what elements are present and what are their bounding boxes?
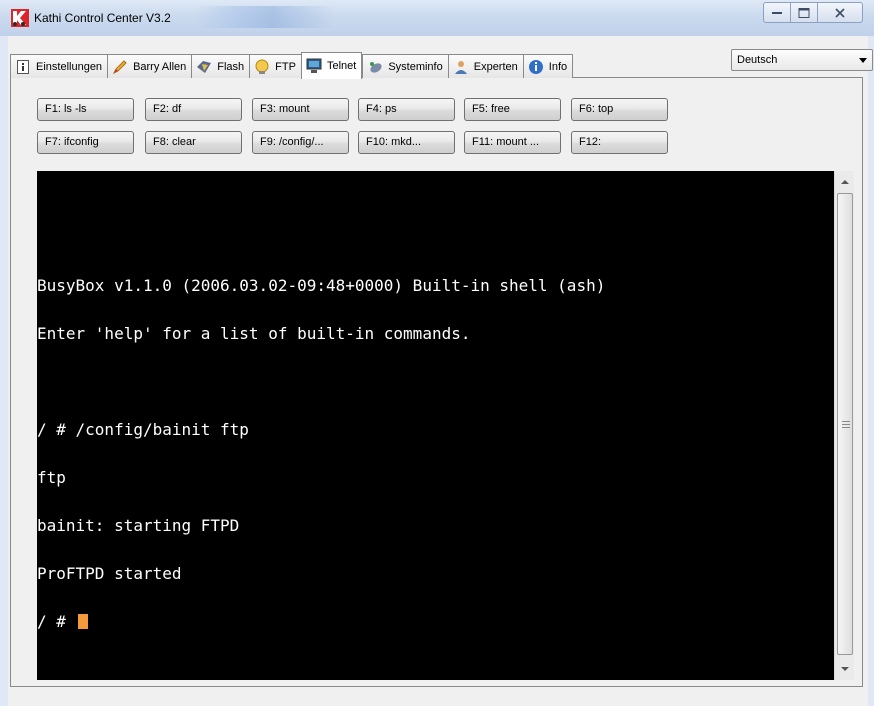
f8-button[interactable]: F8: clear (145, 131, 242, 154)
terminal-prompt: / # (37, 612, 76, 631)
tab-label: Telnet (326, 60, 357, 72)
terminal-line: / # /config/bainit ftp (37, 420, 249, 439)
language-select-value: Deutsch (737, 54, 778, 66)
close-button[interactable] (817, 2, 863, 23)
terminal-prompt-line: / # (37, 614, 605, 630)
tab-experten[interactable]: Experten (447, 54, 523, 78)
window-right-border (868, 36, 874, 706)
terminal-icon (306, 58, 322, 74)
tab-label: Info (548, 60, 568, 73)
scrollbar-thumb[interactable] (837, 193, 853, 655)
f2-button[interactable]: F2: df (145, 98, 242, 121)
scroll-up-arrow-icon[interactable] (837, 174, 853, 190)
f12-button[interactable]: F12: (571, 131, 668, 154)
terminal-line: bainit: starting FTPD (37, 516, 240, 535)
terminal-line: Enter 'help' for a list of built-in comm… (37, 324, 471, 343)
terminal-cursor (77, 614, 88, 629)
f1-button[interactable]: F1: ls -ls (37, 98, 134, 121)
f5-button[interactable]: F5: free (464, 98, 561, 121)
tab-label: Experten (473, 60, 518, 73)
tab-einstellungen[interactable]: Einstellungen (10, 54, 108, 78)
telnet-terminal[interactable]: BusyBox v1.1.0 (2006.03.02-09:48+0000) B… (37, 171, 834, 680)
title-glass-decoration (195, 6, 335, 28)
f4-button[interactable]: F4: ps (358, 98, 455, 121)
ftp-globe-icon (254, 59, 270, 75)
tab-flash[interactable]: Flash (191, 54, 250, 78)
f7-button[interactable]: F7: ifconfig (37, 131, 134, 154)
user-icon (453, 59, 469, 75)
minimize-icon (772, 11, 782, 14)
flash-icon (196, 59, 212, 75)
terminal-line: BusyBox v1.1.0 (2006.03.02-09:48+0000) B… (37, 276, 606, 295)
tab-barry-allen[interactable]: Barry Allen (107, 54, 192, 78)
language-select[interactable]: Deutsch (731, 49, 873, 71)
tab-info[interactable]: Info (522, 54, 574, 78)
scrollbar-grip-icon (842, 421, 850, 428)
tab-ftp[interactable]: FTP (249, 54, 301, 78)
window-left-border (0, 36, 8, 706)
maximize-icon (798, 7, 810, 18)
tab-label: Einstellungen (36, 60, 103, 73)
satellite-icon (367, 59, 383, 75)
info-page-icon (15, 59, 31, 75)
terminal-output: BusyBox v1.1.0 (2006.03.02-09:48+0000) B… (37, 246, 605, 662)
tab-label: FTP (275, 60, 296, 73)
tab-systeminfo[interactable]: Systeminfo (362, 54, 448, 78)
maximize-button[interactable] (790, 2, 818, 23)
f9-button[interactable]: F9: /config/... (252, 131, 349, 154)
window-title: Kathi Control Center V3.2 (34, 11, 171, 25)
app-logo-icon (11, 9, 29, 27)
tab-strip: Einstellungen Barry Allen Flash FTP Teln… (10, 52, 574, 79)
f6-button[interactable]: F6: top (571, 98, 668, 121)
f10-button[interactable]: F10: mkd... (358, 131, 455, 154)
tab-label: Systeminfo (388, 60, 443, 73)
f11-button[interactable]: F11: mount ... (464, 131, 561, 154)
chevron-down-icon (859, 58, 867, 63)
terminal-scrollbar[interactable] (834, 171, 854, 680)
scroll-down-arrow-icon[interactable] (837, 661, 853, 677)
pen-icon (112, 59, 128, 75)
terminal-line: ProFTPD started (37, 564, 182, 583)
terminal-line: ftp (37, 468, 66, 487)
f3-button[interactable]: F3: mount (252, 98, 349, 121)
close-icon (835, 7, 845, 18)
info-icon (528, 59, 544, 75)
tab-label: Barry Allen (133, 60, 187, 73)
minimize-button[interactable] (763, 2, 791, 23)
tab-label: Flash (217, 60, 245, 73)
tab-telnet[interactable]: Telnet (300, 52, 363, 79)
title-bar: Kathi Control Center V3.2 (0, 0, 874, 36)
